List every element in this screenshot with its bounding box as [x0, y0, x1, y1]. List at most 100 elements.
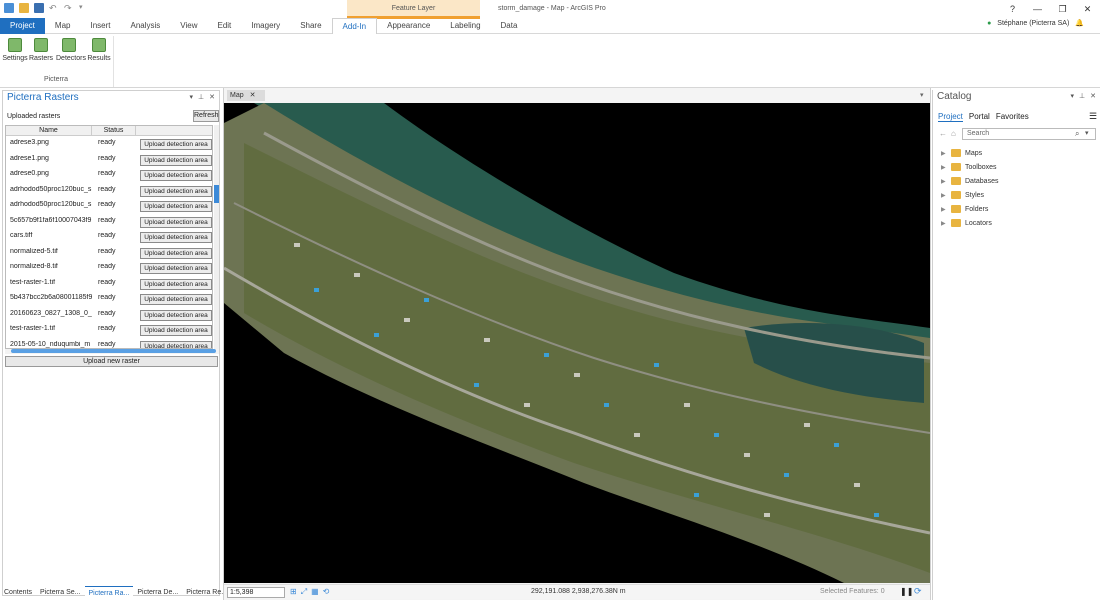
upload-detection-area-button[interactable]: Upload detection area — [140, 185, 212, 197]
tab-share[interactable]: Share — [290, 18, 331, 34]
table-row[interactable]: 5c657b9f1fa6f10007043f9 ready Upload detec… — [6, 215, 212, 231]
tab-project[interactable]: Project — [0, 18, 45, 34]
tab-imagery[interactable]: Imagery — [241, 18, 290, 34]
customize-toolbar-icon[interactable]: ▾ — [79, 3, 89, 13]
catalog-item-locators[interactable]: ▶ Locators — [941, 219, 992, 227]
catalog-tab-portal[interactable]: Portal — [969, 112, 990, 122]
catalog-item-folders[interactable]: ▶ Folders — [941, 205, 988, 213]
grid-icon[interactable]: ▦ — [311, 587, 319, 597]
tab-appearance[interactable]: Appearance — [377, 18, 440, 34]
upload-detection-area-button[interactable]: Upload detection area — [140, 139, 212, 150]
table-row[interactable]: adrhodod50proc120buc_s ready Upload detect… — [6, 184, 212, 200]
table-row[interactable]: 20160623_0827_1308_0_5_z ready Upload dete… — [6, 308, 212, 324]
close-button[interactable]: ✕ — [1075, 0, 1100, 18]
expand-chevron-icon[interactable]: ▶ — [941, 178, 947, 185]
upload-detection-area-button[interactable]: Upload detection area — [140, 170, 212, 181]
redo-icon[interactable]: ↷ — [64, 3, 74, 13]
upload-detection-area-button[interactable]: Upload detection area — [140, 263, 212, 274]
tab-picterra-rasters[interactable]: Picterra Ra... — [84, 586, 134, 600]
table-row[interactable]: adrese3.png ready Upload detection area — [6, 137, 212, 153]
rasters-button[interactable]: Rasters — [28, 38, 54, 62]
detectors-button[interactable]: Detectors — [56, 38, 86, 62]
save-icon[interactable] — [34, 3, 44, 13]
upload-detection-area-button[interactable]: Upload detection area — [140, 154, 212, 166]
column-header-name[interactable]: Name — [6, 126, 92, 136]
pane-menu-icon[interactable]: ▾ — [190, 93, 194, 101]
vertical-scrollbar[interactable] — [214, 125, 219, 349]
full-extent-icon[interactable]: ⤢ — [301, 587, 307, 597]
table-row[interactable]: 2015-05-10_nduqumbi_m ready Upload detecti… — [6, 339, 212, 348]
tab-add-in[interactable]: Add-In — [331, 18, 378, 34]
table-row[interactable]: adrese1.png ready Upload detection area — [6, 153, 212, 169]
column-header-status[interactable]: Status — [92, 126, 136, 136]
expand-chevron-icon[interactable]: ▶ — [941, 192, 947, 199]
tab-view[interactable]: View — [170, 18, 207, 34]
table-row[interactable]: normalized-8.tif ready Upload detection ar… — [6, 261, 212, 277]
refresh-map-icon[interactable]: ⟳ — [914, 586, 922, 597]
expand-chevron-icon[interactable]: ▶ — [941, 206, 947, 213]
expand-chevron-icon[interactable]: ▶ — [941, 164, 947, 171]
rotate-icon[interactable]: ⟲ — [323, 587, 330, 597]
pin-icon[interactable]: ⊥ — [198, 93, 204, 101]
notification-bell-icon[interactable]: 🔔 — [1075, 19, 1084, 27]
table-row[interactable]: adrhodod50proc120buc_s ready Upload detect… — [6, 199, 212, 215]
new-project-icon[interactable] — [4, 3, 14, 13]
upload-detection-area-button[interactable]: Upload detection area — [140, 309, 212, 321]
table-row[interactable]: test-raster-1.tif ready Upload detection a… — [6, 323, 212, 339]
vertical-scroll-thumb[interactable] — [214, 185, 219, 203]
catalog-item-toolboxes[interactable]: ▶ Toolboxes — [941, 163, 997, 171]
upload-detection-area-button[interactable]: Upload detection area — [140, 247, 212, 259]
catalog-close-icon[interactable]: ✕ — [1090, 92, 1096, 100]
catalog-item-styles[interactable]: ▶ Styles — [941, 191, 984, 199]
tab-insert[interactable]: Insert — [80, 18, 120, 34]
fixed-zoom-icon[interactable]: ⊞ — [290, 587, 297, 597]
expand-chevron-icon[interactable]: ▶ — [941, 150, 947, 157]
table-row[interactable]: adrese0.png ready Upload detection area — [6, 168, 212, 184]
table-row[interactable]: test-raster-1.tif ready Upload detection a… — [6, 277, 212, 293]
refresh-button[interactable]: Refresh — [193, 110, 219, 122]
tab-contents[interactable]: Contents — [0, 586, 36, 600]
upload-detection-area-button[interactable]: Upload detection area — [140, 216, 212, 228]
back-icon[interactable]: ← — [939, 129, 947, 138]
home-icon[interactable]: ⌂ — [951, 129, 956, 138]
restore-button[interactable]: ❐ — [1050, 0, 1075, 18]
open-project-icon[interactable] — [19, 3, 29, 13]
map-view-tab[interactable]: Map ✕ — [227, 90, 265, 101]
settings-button[interactable]: Settings — [2, 38, 28, 62]
pause-drawing-icon[interactable]: ❚❚ — [900, 587, 913, 596]
upload-detection-area-button[interactable]: Upload detection area — [140, 340, 212, 348]
table-row[interactable]: cars.tiff ready Upload detection area — [6, 230, 212, 246]
tab-map[interactable]: Map — [45, 18, 81, 34]
catalog-tab-favorites[interactable]: Favorites — [996, 112, 1029, 122]
upload-detection-area-button[interactable]: Upload detection area — [140, 278, 212, 290]
expand-chevron-icon[interactable]: ▶ — [941, 220, 947, 227]
upload-detection-area-button[interactable]: Upload detection area — [140, 232, 212, 243]
user-name[interactable]: Stéphane (Picterra SA) — [997, 20, 1069, 27]
search-icon[interactable]: ⌕ — [1075, 129, 1079, 139]
help-button[interactable]: ? — [1000, 0, 1025, 18]
search-dropdown-icon[interactable]: ▾ — [1085, 129, 1089, 137]
scale-selector[interactable]: 1:5,398 — [227, 587, 285, 598]
upload-detection-area-button[interactable]: Upload detection area — [140, 325, 212, 336]
catalog-item-maps[interactable]: ▶ Maps — [941, 149, 982, 157]
table-row[interactable]: 5b437bcc2b6a08001185f94 ready Upload detec… — [6, 292, 212, 308]
results-button[interactable]: Results — [86, 38, 112, 62]
tab-analysis[interactable]: Analysis — [120, 18, 170, 34]
upload-new-raster-button[interactable]: Upload new raster — [5, 356, 218, 367]
catalog-pin-icon[interactable]: ⊥ — [1079, 92, 1085, 100]
upload-detection-area-button[interactable]: Upload detection area — [140, 294, 212, 305]
tab-data[interactable]: Data — [491, 18, 528, 34]
minimize-button[interactable]: — — [1025, 0, 1050, 18]
map-dock-chevron-icon[interactable]: ▾ — [920, 91, 924, 99]
catalog-tab-project[interactable]: Project — [938, 112, 963, 122]
undo-icon[interactable]: ↶ — [49, 3, 59, 13]
tab-picterra-detectors[interactable]: Picterra De... — [133, 586, 182, 600]
tab-edit[interactable]: Edit — [207, 18, 241, 34]
catalog-item-databases[interactable]: ▶ Databases — [941, 177, 998, 185]
horizontal-scroll-thumb[interactable] — [11, 349, 216, 353]
table-row[interactable]: normalized-5.tif ready Upload detection ar… — [6, 246, 212, 262]
tab-picterra-settings[interactable]: Picterra Se... — [36, 586, 84, 600]
map-canvas[interactable] — [224, 103, 930, 583]
catalog-menu-icon[interactable]: ▾ — [1071, 92, 1075, 100]
tab-labeling[interactable]: Labeling — [440, 18, 490, 34]
